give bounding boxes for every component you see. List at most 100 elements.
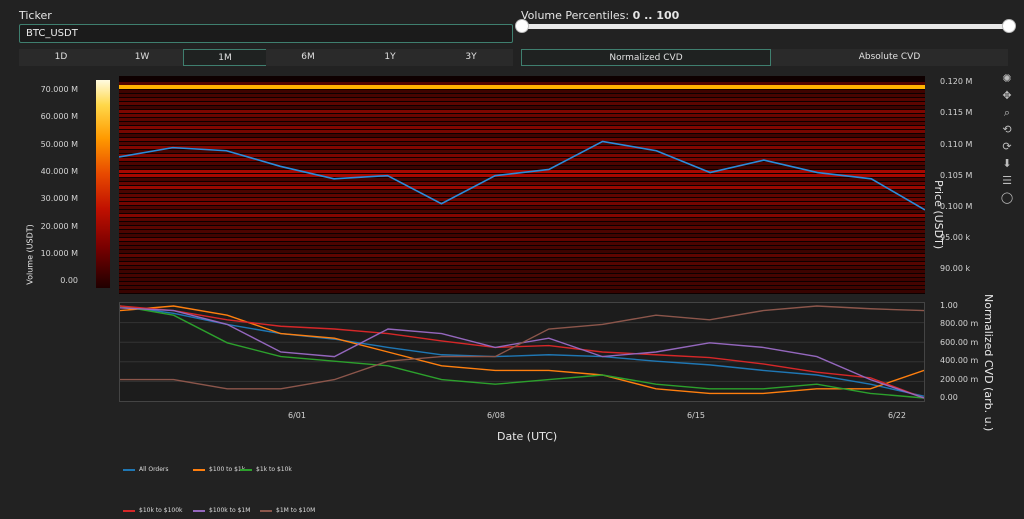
legend-label: $10k to $100k xyxy=(139,507,183,514)
legend-swatch xyxy=(193,509,205,512)
heatmap-band-high xyxy=(119,85,925,89)
heatmap-band xyxy=(119,226,925,229)
pan-icon[interactable]: ✥ xyxy=(1000,89,1014,103)
legend-item[interactable]: $100 to $1k xyxy=(193,466,245,473)
legend-swatch xyxy=(240,468,252,471)
heatmap-band xyxy=(119,174,925,177)
legend-item[interactable]: $100k to $1M xyxy=(193,507,250,514)
legend-swatch xyxy=(123,468,135,471)
volume-percentile-slider[interactable] xyxy=(521,24,1008,29)
legend-label: $1M to $10M xyxy=(276,507,316,514)
compare-icon[interactable]: ☰ xyxy=(1000,174,1014,188)
download-icon[interactable]: ⬇ xyxy=(1000,157,1014,171)
legend-item[interactable]: $1k to $10k xyxy=(240,466,292,473)
legend-item[interactable]: All Orders xyxy=(123,466,169,473)
cvd-series-6 xyxy=(120,305,925,390)
cvd-y-tick: 800.00 m xyxy=(940,319,979,329)
heatmap-band xyxy=(119,122,925,125)
heatmap-band xyxy=(119,118,925,121)
heatmap-band xyxy=(119,186,925,189)
timeframe-button-1w[interactable]: 1W xyxy=(100,49,184,66)
autoscale-icon[interactable]: ◯ xyxy=(1000,191,1014,205)
heatmap-band xyxy=(119,126,925,129)
slider-max-handle[interactable] xyxy=(1002,19,1016,33)
colorbar-tick: 60.000 M xyxy=(40,112,78,122)
heatmap-band xyxy=(119,98,925,101)
legend-label: $100k to $1M xyxy=(209,507,251,514)
heatmap-band xyxy=(119,106,925,109)
legend-item[interactable]: $1M to $10M xyxy=(260,507,315,514)
timeframe-button-1y[interactable]: 1Y xyxy=(348,49,432,66)
slider-min-handle[interactable] xyxy=(515,19,529,33)
colorbar-tick: 10.000 M xyxy=(40,248,78,258)
date-tick: 6/15 xyxy=(687,411,705,420)
heatmap-svg xyxy=(118,76,926,294)
colorbar xyxy=(96,80,110,288)
timeframe-button-1m[interactable]: 1M xyxy=(183,49,267,66)
colorbar-tick: 20.000 M xyxy=(40,221,78,231)
heatmap-band xyxy=(119,90,925,93)
cvd-svg xyxy=(119,305,925,399)
heatmap-band xyxy=(119,286,925,289)
heatmap-band xyxy=(119,210,925,213)
heatmap-band xyxy=(119,82,925,85)
ticker-input[interactable]: BTC_USDT xyxy=(19,24,513,43)
heatmap-band xyxy=(119,138,925,141)
cvd-y-tick: 0.00 xyxy=(940,393,958,402)
normalized-cvd-button[interactable]: Normalized CVD xyxy=(521,49,771,66)
heatmap-band xyxy=(119,162,925,165)
timeframe-button-3y[interactable]: 3Y xyxy=(429,49,513,66)
price-tick: 0.105 M xyxy=(940,170,973,180)
price-tick: 0.115 M xyxy=(940,108,973,118)
lasso-icon[interactable]: ⟲ xyxy=(1000,123,1014,137)
heatmap-band xyxy=(119,190,925,193)
heatmap-band xyxy=(119,230,925,233)
volume-percentiles-label: Volume Percentiles: 0 .. 100 xyxy=(521,9,679,22)
heatmap-band xyxy=(119,134,925,137)
heatmap-band xyxy=(119,238,925,241)
legend-swatch xyxy=(260,509,272,512)
heatmap-band xyxy=(119,114,925,117)
volume-percentiles-value: 0 .. 100 xyxy=(632,9,680,22)
cvd-y-tick: 400.00 m xyxy=(940,356,979,366)
timeframe-button-6m[interactable]: 6M xyxy=(266,49,350,66)
heatmap-band xyxy=(119,166,925,169)
heatmap-band xyxy=(119,290,925,293)
zoom-icon[interactable]: ⌕ xyxy=(1000,106,1014,120)
date-tick: 6/01 xyxy=(288,411,306,420)
cvd-chart[interactable] xyxy=(119,302,925,402)
colorbar-tick: 0.00 xyxy=(60,276,78,286)
date-tick: 6/08 xyxy=(487,411,505,420)
heatmap-band xyxy=(119,94,925,97)
heatmap-band xyxy=(119,250,925,253)
absolute-cvd-button[interactable]: Absolute CVD xyxy=(771,49,1008,66)
heatmap-band xyxy=(119,110,925,113)
heatmap-band xyxy=(119,274,925,277)
heatmap-band xyxy=(119,234,925,237)
price-tick: 0.120 M xyxy=(940,77,973,87)
legend-label: All Orders xyxy=(139,466,169,473)
plotly-logo-icon[interactable]: ✺ xyxy=(1000,72,1014,86)
legend-swatch xyxy=(193,468,205,471)
heatmap-band xyxy=(119,158,925,161)
colorbar-tick: 70.000 M xyxy=(40,85,78,94)
heatmap-band xyxy=(119,218,925,221)
heatmap-band xyxy=(119,258,925,261)
heatmap-band xyxy=(119,198,925,201)
heatmap-band xyxy=(119,146,925,149)
legend-item[interactable]: $10k to $100k xyxy=(123,507,183,514)
heatmap-band xyxy=(119,214,925,217)
legend-label: $1k to $10k xyxy=(256,466,292,473)
heatmap-band xyxy=(119,130,925,133)
price-heatmap[interactable] xyxy=(118,76,926,294)
reset-icon[interactable]: ⟳ xyxy=(1000,140,1014,154)
ticker-label: Ticker xyxy=(19,9,52,22)
heatmap-band xyxy=(119,194,925,197)
date-tick: 6/22 xyxy=(888,411,906,420)
colorbar-tick: 30.000 M xyxy=(40,194,78,204)
cvd-axis-title: Normalized CVD (arb. u.) xyxy=(982,294,995,432)
heatmap-band xyxy=(119,182,925,185)
colorbar-title: Volume (USDT) xyxy=(25,224,35,285)
timeframe-button-1d[interactable]: 1D xyxy=(19,49,103,66)
heatmap-band xyxy=(119,222,925,225)
